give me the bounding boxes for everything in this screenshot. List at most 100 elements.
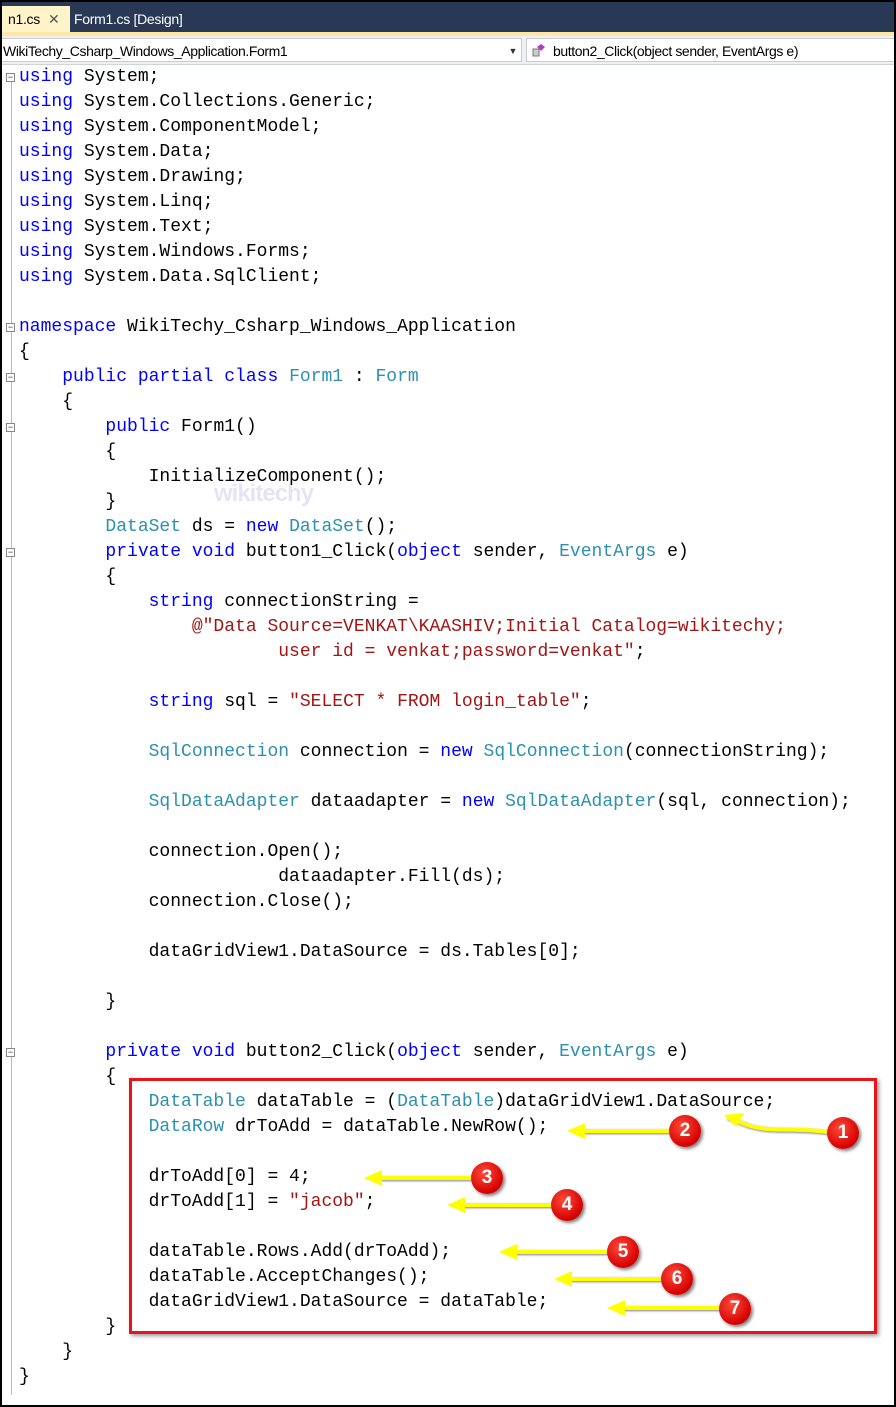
type-name: Form	[375, 367, 419, 387]
code-token: (connectionString);	[623, 742, 830, 762]
code-line[interactable]: }	[19, 1365, 851, 1390]
code-line[interactable]: SqlDataAdapter dataadapter = new SqlData…	[19, 790, 851, 815]
keyword: private void	[105, 542, 236, 562]
collapse-icon[interactable]: −	[6, 423, 15, 432]
code-token: System.Data.SqlClient;	[73, 267, 322, 287]
string-literal: "SELECT * FROM login_table"	[289, 692, 581, 712]
keyword: using	[19, 192, 74, 212]
code-line[interactable]: using System.Data;	[19, 140, 851, 165]
code-token: button1_Click(	[235, 542, 398, 562]
collapse-icon[interactable]: −	[6, 73, 15, 82]
collapse-icon[interactable]: −	[6, 1048, 15, 1057]
code-line[interactable]	[19, 715, 851, 740]
type-name: EventArgs	[559, 1042, 657, 1062]
code-line[interactable]	[19, 665, 851, 690]
keyword: string	[148, 692, 214, 712]
code-token: System.ComponentModel;	[73, 117, 322, 137]
class-dropdown-value: WikiTechy_Csharp_Windows_Application.For…	[3, 43, 288, 59]
code-token: connection.Open();	[19, 842, 344, 862]
keyword: using	[19, 92, 74, 112]
code-token: {	[19, 342, 30, 362]
code-line[interactable]: public Form1()	[19, 415, 851, 440]
code-token: System.Linq;	[73, 192, 214, 212]
code-line[interactable]: }	[19, 490, 851, 515]
code-line[interactable]: dataGridView1.DataSource = ds.Tables[0];	[19, 940, 851, 965]
code-line[interactable]: {	[19, 440, 851, 465]
keyword: using	[19, 117, 74, 137]
code-line[interactable]: {	[19, 565, 851, 590]
tab-label: n1.cs	[8, 11, 40, 27]
code-editor[interactable]: − − − − − − wikitechy using System; using Syst…	[2, 65, 894, 1405]
code-token: System.Collections.Generic;	[73, 92, 376, 112]
code-token: }	[19, 1317, 117, 1337]
code-line[interactable]: {	[19, 340, 851, 365]
keyword: using	[19, 217, 74, 237]
code-line[interactable]: DataSet ds = new DataSet();	[19, 515, 851, 540]
code-line[interactable]	[19, 965, 851, 990]
code-line[interactable]: using System.ComponentModel;	[19, 115, 851, 140]
code-token: connection.Close();	[19, 892, 354, 912]
code-line[interactable]: SqlConnection connection = new SqlConnec…	[19, 740, 851, 765]
code-line[interactable]: namespace WikiTechy_Csharp_Windows_Appli…	[19, 315, 851, 340]
code-line[interactable]: using System.Data.SqlClient;	[19, 265, 851, 290]
collapse-icon[interactable]: −	[6, 323, 15, 332]
close-icon[interactable]: ✕	[48, 11, 60, 27]
code-line[interactable]	[19, 1015, 851, 1040]
code-token: {	[19, 567, 117, 587]
code-line[interactable]: private void button2_Click(object sender…	[19, 1040, 851, 1065]
tab-form1-design[interactable]: Form1.cs [Design]	[68, 6, 189, 32]
type-name: SqlDataAdapter	[505, 792, 657, 812]
code-line[interactable]: dataadapter.Fill(ds);	[19, 865, 851, 890]
annotation-badge-6: 6	[661, 1263, 693, 1295]
tab-form1-cs[interactable]: n1.cs ✕	[2, 6, 70, 32]
document-tab-bar: n1.cs ✕ Form1.cs [Design]	[2, 2, 894, 32]
code-token: System.Data;	[73, 142, 214, 162]
annotation-badge-3: 3	[471, 1162, 503, 1194]
code-line[interactable]: using System.Drawing;	[19, 165, 851, 190]
code-line[interactable]: {	[19, 390, 851, 415]
code-line[interactable]: using System.Collections.Generic;	[19, 90, 851, 115]
code-line[interactable]: connection.Open();	[19, 840, 851, 865]
member-dropdown-value: button2_Click(object sender, EventArgs e…	[553, 43, 799, 59]
chevron-down-icon[interactable]: ▼	[508, 39, 517, 63]
member-dropdown[interactable]: button2_Click(object sender, EventArgs e…	[526, 38, 894, 62]
code-line[interactable]: using System;	[19, 65, 851, 90]
collapse-icon[interactable]: −	[6, 548, 15, 557]
code-token: }	[19, 1342, 74, 1362]
code-line[interactable]: @"Data Source=VENKAT\KAASHIV;Initial Cat…	[19, 615, 851, 640]
type-name: EventArgs	[559, 542, 657, 562]
code-line[interactable]: connection.Close();	[19, 890, 851, 915]
keyword: public	[105, 417, 171, 437]
collapse-icon[interactable]: −	[6, 373, 15, 382]
code-line[interactable]: string sql = "SELECT * FROM login_table"…	[19, 690, 851, 715]
annotation-badge-7: 7	[719, 1293, 751, 1325]
keyword: namespace	[19, 317, 117, 337]
type-name: SqlConnection	[148, 742, 290, 762]
code-line[interactable]	[19, 915, 851, 940]
code-line[interactable]: using System.Text;	[19, 215, 851, 240]
code-line[interactable]: using System.Linq;	[19, 190, 851, 215]
code-line[interactable]: }	[19, 1340, 851, 1365]
code-line[interactable]: public partial class Form1 : Form	[19, 365, 851, 390]
keyword: private void	[105, 1042, 236, 1062]
code-line[interactable]: private void button1_Click(object sender…	[19, 540, 851, 565]
code-line[interactable]: using System.Windows.Forms;	[19, 240, 851, 265]
code-line[interactable]	[19, 815, 851, 840]
code-line[interactable]: user id = venkat;password=venkat";	[19, 640, 851, 665]
code-line[interactable]: string connectionString =	[19, 590, 851, 615]
code-line[interactable]	[19, 290, 851, 315]
code-token: }	[19, 992, 117, 1012]
class-dropdown[interactable]: WikiTechy_Csharp_Windows_Application.For…	[2, 38, 522, 62]
code-line[interactable]: InitializeComponent();	[19, 465, 851, 490]
code-line[interactable]: }	[19, 990, 851, 1015]
code-token: sender,	[461, 1042, 560, 1062]
code-token: System.Drawing;	[73, 167, 246, 187]
code-token: Form1()	[170, 417, 257, 437]
code-line[interactable]	[19, 765, 851, 790]
code-token: System.Windows.Forms;	[73, 242, 311, 262]
